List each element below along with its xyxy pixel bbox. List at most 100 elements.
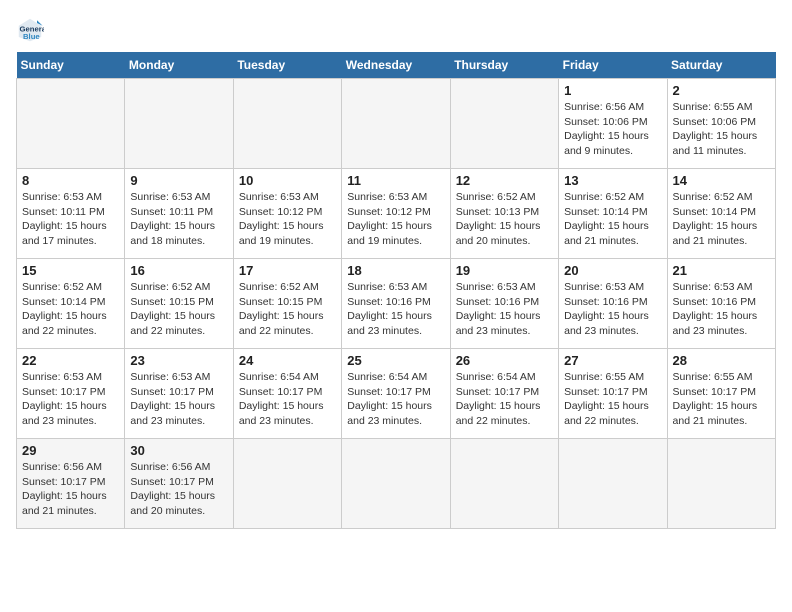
day-info: Sunrise: 6:52 AMSunset: 10:14 PMDaylight…: [564, 190, 661, 249]
svg-text:Blue: Blue: [23, 32, 40, 41]
calendar-cell-day-9: 9 Sunrise: 6:53 AMSunset: 10:11 PMDayligh…: [125, 169, 233, 259]
calendar-cell-day-10: 10 Sunrise: 6:53 AMSunset: 10:12 PMDaylig…: [233, 169, 341, 259]
day-info: Sunrise: 6:54 AMSunset: 10:17 PMDaylight…: [456, 370, 553, 429]
day-info: Sunrise: 6:53 AMSunset: 10:16 PMDaylight…: [456, 280, 553, 339]
day-info: Sunrise: 6:53 AMSunset: 10:11 PMDaylight…: [130, 190, 227, 249]
calendar-cell-empty: [17, 79, 125, 169]
calendar-cell-day-26: 26 Sunrise: 6:54 AMSunset: 10:17 PMDaylig…: [450, 349, 558, 439]
day-number: 19: [456, 263, 553, 278]
day-info: Sunrise: 6:56 AMSunset: 10:17 PMDaylight…: [130, 460, 227, 519]
calendar-cell-day-8: 8 Sunrise: 6:53 AMSunset: 10:11 PMDayligh…: [17, 169, 125, 259]
day-number: 2: [673, 83, 770, 98]
day-number: 16: [130, 263, 227, 278]
day-info: Sunrise: 6:52 AMSunset: 10:13 PMDaylight…: [456, 190, 553, 249]
day-number: 10: [239, 173, 336, 188]
day-info: Sunrise: 6:53 AMSunset: 10:17 PMDaylight…: [22, 370, 119, 429]
day-number: 25: [347, 353, 444, 368]
day-number: 14: [673, 173, 770, 188]
day-number: 30: [130, 443, 227, 458]
day-info: Sunrise: 6:56 AMSunset: 10:17 PMDaylight…: [22, 460, 119, 519]
day-number: 13: [564, 173, 661, 188]
calendar-week-1: 8 Sunrise: 6:53 AMSunset: 10:11 PMDayligh…: [17, 169, 776, 259]
calendar-cell-day-24: 24 Sunrise: 6:54 AMSunset: 10:17 PMDaylig…: [233, 349, 341, 439]
day-info: Sunrise: 6:53 AMSunset: 10:12 PMDaylight…: [239, 190, 336, 249]
calendar-cell-day-28: 28 Sunrise: 6:55 AMSunset: 10:17 PMDaylig…: [667, 349, 775, 439]
day-number: 15: [22, 263, 119, 278]
calendar-week-4: 29 Sunrise: 6:56 AMSunset: 10:17 PMDaylig…: [17, 439, 776, 529]
calendar-cell-empty: [125, 79, 233, 169]
calendar-cell-day-18: 18 Sunrise: 6:53 AMSunset: 10:16 PMDaylig…: [342, 259, 450, 349]
calendar-cell-day-11: 11 Sunrise: 6:53 AMSunset: 10:12 PMDaylig…: [342, 169, 450, 259]
day-number: 17: [239, 263, 336, 278]
day-number: 11: [347, 173, 444, 188]
calendar-cell-day-15: 15 Sunrise: 6:52 AMSunset: 10:14 PMDaylig…: [17, 259, 125, 349]
calendar-cell-day-23: 23 Sunrise: 6:53 AMSunset: 10:17 PMDaylig…: [125, 349, 233, 439]
day-info: Sunrise: 6:56 AMSunset: 10:06 PMDaylight…: [564, 100, 661, 159]
day-info: Sunrise: 6:55 AMSunset: 10:06 PMDaylight…: [673, 100, 770, 159]
day-info: Sunrise: 6:53 AMSunset: 10:12 PMDaylight…: [347, 190, 444, 249]
calendar-week-2: 15 Sunrise: 6:52 AMSunset: 10:14 PMDaylig…: [17, 259, 776, 349]
calendar-table: SundayMondayTuesdayWednesdayThursdayFrid…: [16, 52, 776, 529]
calendar-cell-day-30: 30 Sunrise: 6:56 AMSunset: 10:17 PMDaylig…: [125, 439, 233, 529]
day-number: 21: [673, 263, 770, 278]
day-info: Sunrise: 6:55 AMSunset: 10:17 PMDaylight…: [673, 370, 770, 429]
weekday-header-thursday: Thursday: [450, 52, 558, 79]
calendar-cell-day-12: 12Sunrise: 6:52 AMSunset: 10:13 PMDaylig…: [450, 169, 558, 259]
day-info: Sunrise: 6:52 AMSunset: 10:14 PMDaylight…: [673, 190, 770, 249]
day-number: 1: [564, 83, 661, 98]
weekday-header-wednesday: Wednesday: [342, 52, 450, 79]
calendar-cell-empty: [450, 439, 558, 529]
calendar-cell-day-13: 13 Sunrise: 6:52 AMSunset: 10:14 PMDaylig…: [559, 169, 667, 259]
calendar-cell-day-1: 1 Sunrise: 6:56 AMSunset: 10:06 PMDayligh…: [559, 79, 667, 169]
day-number: 9: [130, 173, 227, 188]
calendar-cell-day-2: 2 Sunrise: 6:55 AMSunset: 10:06 PMDayligh…: [667, 79, 775, 169]
weekday-header-monday: Monday: [125, 52, 233, 79]
logo: General Blue: [16, 16, 48, 44]
calendar-cell-day-14: 14 Sunrise: 6:52 AMSunset: 10:14 PMDaylig…: [667, 169, 775, 259]
weekday-header-tuesday: Tuesday: [233, 52, 341, 79]
calendar-cell-day-20: 20 Sunrise: 6:53 AMSunset: 10:16 PMDaylig…: [559, 259, 667, 349]
calendar-week-3: 22 Sunrise: 6:53 AMSunset: 10:17 PMDaylig…: [17, 349, 776, 439]
day-info: Sunrise: 6:54 AMSunset: 10:17 PMDaylight…: [347, 370, 444, 429]
day-info: Sunrise: 6:52 AMSunset: 10:14 PMDaylight…: [22, 280, 119, 339]
calendar-cell-empty: [233, 439, 341, 529]
day-number: 28: [673, 353, 770, 368]
calendar-cell-day-22: 22 Sunrise: 6:53 AMSunset: 10:17 PMDaylig…: [17, 349, 125, 439]
calendar-cell-empty: [667, 439, 775, 529]
day-info: Sunrise: 6:53 AMSunset: 10:16 PMDaylight…: [347, 280, 444, 339]
calendar-cell-day-19: 19 Sunrise: 6:53 AMSunset: 10:16 PMDaylig…: [450, 259, 558, 349]
calendar-week-0: 1 Sunrise: 6:56 AMSunset: 10:06 PMDayligh…: [17, 79, 776, 169]
day-number: 26: [456, 353, 553, 368]
day-info: Sunrise: 6:53 AMSunset: 10:16 PMDaylight…: [564, 280, 661, 339]
day-info: Sunrise: 6:52 AMSunset: 10:15 PMDaylight…: [239, 280, 336, 339]
day-info: Sunrise: 6:52 AMSunset: 10:15 PMDaylight…: [130, 280, 227, 339]
day-info: Sunrise: 6:53 AMSunset: 10:16 PMDaylight…: [673, 280, 770, 339]
calendar-cell-empty: [559, 439, 667, 529]
calendar-cell-day-21: 21 Sunrise: 6:53 AMSunset: 10:16 PMDaylig…: [667, 259, 775, 349]
page-header: General Blue: [16, 16, 776, 44]
day-info: Sunrise: 6:54 AMSunset: 10:17 PMDaylight…: [239, 370, 336, 429]
weekday-header-friday: Friday: [559, 52, 667, 79]
day-number: 22: [22, 353, 119, 368]
day-number: 18: [347, 263, 444, 278]
calendar-cell-day-29: 29 Sunrise: 6:56 AMSunset: 10:17 PMDaylig…: [17, 439, 125, 529]
day-number: 24: [239, 353, 336, 368]
calendar-cell-empty: [233, 79, 341, 169]
calendar-cell-day-17: 17 Sunrise: 6:52 AMSunset: 10:15 PMDaylig…: [233, 259, 341, 349]
day-number: 29: [22, 443, 119, 458]
weekday-header-row: SundayMondayTuesdayWednesdayThursdayFrid…: [17, 52, 776, 79]
calendar-cell-empty: [342, 79, 450, 169]
day-number: 27: [564, 353, 661, 368]
day-info: Sunrise: 6:53 AMSunset: 10:17 PMDaylight…: [130, 370, 227, 429]
calendar-cell-day-27: 27 Sunrise: 6:55 AMSunset: 10:17 PMDaylig…: [559, 349, 667, 439]
logo-icon: General Blue: [16, 16, 44, 44]
calendar-cell-empty: [342, 439, 450, 529]
day-info: Sunrise: 6:53 AMSunset: 10:11 PMDaylight…: [22, 190, 119, 249]
day-info: Sunrise: 6:55 AMSunset: 10:17 PMDaylight…: [564, 370, 661, 429]
day-number: 20: [564, 263, 661, 278]
day-number: 8: [22, 173, 119, 188]
day-number: 23: [130, 353, 227, 368]
calendar-cell-day-25: 25 Sunrise: 6:54 AMSunset: 10:17 PMDaylig…: [342, 349, 450, 439]
weekday-header-sunday: Sunday: [17, 52, 125, 79]
weekday-header-saturday: Saturday: [667, 52, 775, 79]
